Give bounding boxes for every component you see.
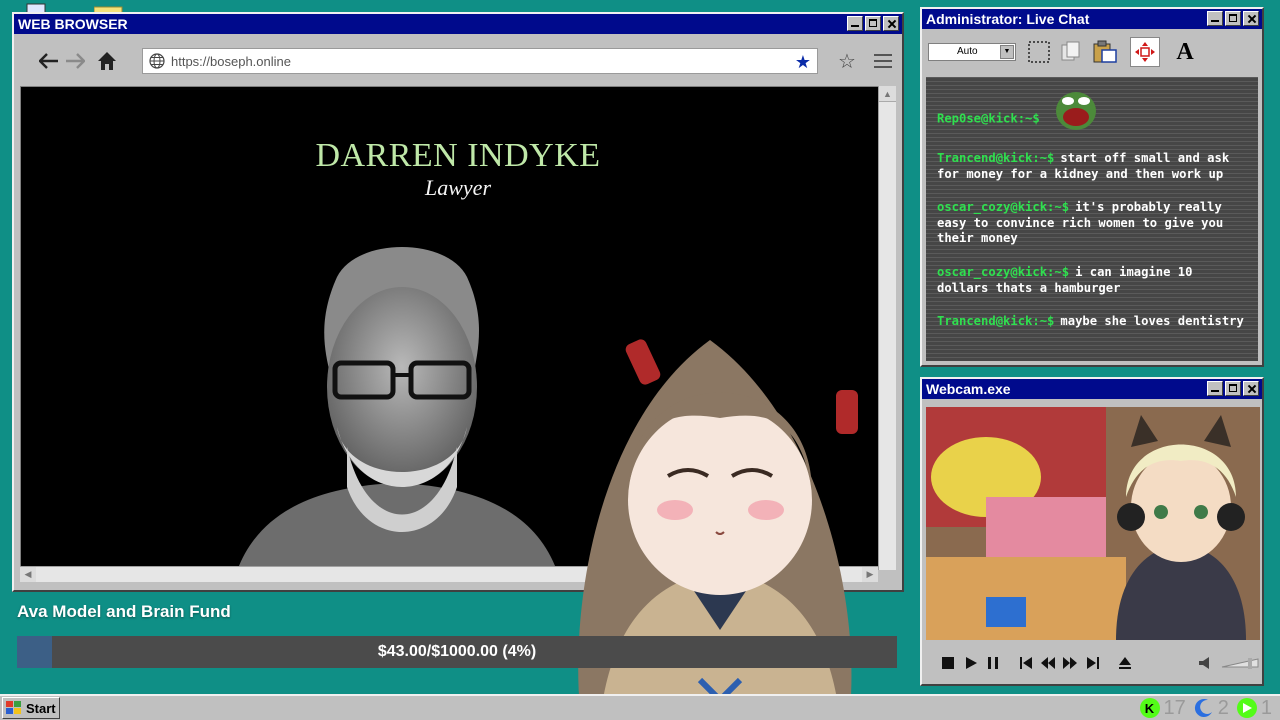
system-tray: K 17 2 1	[1139, 696, 1272, 720]
start-button[interactable]: Start	[2, 697, 60, 719]
select-region-icon[interactable]	[1024, 37, 1054, 67]
volume-icon[interactable]	[1198, 653, 1214, 673]
paste-icon[interactable]	[1090, 37, 1120, 67]
minimize-button[interactable]	[1207, 11, 1223, 26]
move-icon[interactable]	[1130, 37, 1160, 67]
bookmark-star-icon[interactable]: ☆	[834, 48, 860, 74]
live-chat-window[interactable]: Administrator: Live Chat Auto ▼ A Rep0se…	[920, 7, 1264, 367]
scroll-up-icon[interactable]: ▲	[879, 86, 896, 102]
stop-icon[interactable]	[940, 653, 956, 673]
person-photo	[237, 247, 557, 570]
chat-message: Trancend@kick:~$ start off small and ask …	[937, 151, 1250, 182]
skip-forward-icon[interactable]	[1085, 653, 1101, 673]
chat-toolbar: Auto ▼ A	[926, 35, 1258, 73]
play-icon[interactable]	[962, 653, 978, 673]
browser-toolbar: https://boseph.online ★ ☆	[20, 44, 896, 78]
close-button[interactable]	[1243, 381, 1259, 396]
chat-log[interactable]: Rep0se@kick:~$ Trancend@kick:~$ start off…	[926, 77, 1258, 361]
kick-icon: K	[1139, 698, 1160, 718]
chat-username: oscar_cozy@kick:~$	[937, 264, 1070, 279]
chat-titlebar[interactable]: Administrator: Live Chat	[922, 9, 1262, 29]
font-size-value: Auto	[957, 46, 978, 57]
chat-message: oscar_cozy@kick:~$ i can imagine 10 dolla…	[937, 265, 1250, 296]
forward-arrow-icon[interactable]	[62, 48, 88, 74]
chat-message: Trancend@kick:~$ maybe she loves dentistr…	[937, 314, 1250, 330]
slide-person-role: Lawyer	[425, 175, 491, 200]
play-circle-icon	[1236, 698, 1257, 718]
menu-icon[interactable]	[870, 48, 896, 74]
rewind-icon[interactable]	[1040, 653, 1056, 673]
close-button[interactable]	[883, 16, 899, 31]
windows-logo-icon	[6, 701, 21, 714]
skip-back-icon[interactable]	[1017, 653, 1033, 673]
bookmarked-star-icon[interactable]: ★	[795, 52, 811, 73]
scroll-left-icon[interactable]: ◀	[20, 567, 36, 582]
moon-icon	[1194, 698, 1214, 718]
globe-icon	[149, 53, 165, 69]
start-label: Start	[26, 700, 56, 716]
volume-slider[interactable]	[1220, 653, 1260, 673]
minimize-button[interactable]	[847, 16, 863, 31]
copy-icon[interactable]	[1056, 37, 1086, 67]
browser-titlebar[interactable]: WEB BROWSER	[14, 14, 902, 34]
chat-message: Rep0se@kick:~$	[937, 92, 1250, 133]
chevron-down-icon[interactable]: ▼	[1000, 45, 1014, 59]
close-button[interactable]	[1243, 11, 1259, 26]
webcam-view	[926, 407, 1260, 640]
chat-text: maybe she loves dentistry	[1060, 314, 1244, 329]
pepe-laugh-emote-icon	[1056, 92, 1097, 130]
webcam-title: Webcam.exe	[926, 381, 1011, 397]
font-size-select[interactable]: Auto ▼	[928, 43, 1016, 61]
fund-title: Ava Model and Brain Fund	[17, 602, 231, 621]
fund-progress-text: $43.00/$1000.00 (4%)	[377, 643, 537, 660]
tray-count: 2	[1217, 696, 1229, 719]
chat-username: Trancend@kick:~$	[937, 314, 1055, 329]
eject-icon[interactable]	[1117, 653, 1133, 673]
maximize-button[interactable]	[1225, 11, 1241, 26]
chat-message: oscar_cozy@kick:~$ it's probably really e…	[937, 200, 1250, 247]
tray-moon[interactable]: 2	[1194, 697, 1229, 720]
fund-progress-bar: $43.00/$1000.00 (4%)	[17, 636, 897, 668]
webcam-illustration	[926, 407, 1260, 640]
maximize-button[interactable]	[1225, 381, 1241, 396]
media-controls	[926, 645, 1260, 681]
webcam-titlebar[interactable]: Webcam.exe	[922, 379, 1262, 399]
font-icon[interactable]: A	[1170, 37, 1200, 67]
maximize-button[interactable]	[865, 16, 881, 31]
tray-count: 1	[1260, 696, 1272, 719]
tray-count: 17	[1163, 696, 1186, 719]
webcam-window[interactable]: Webcam.exe	[920, 377, 1264, 686]
tray-kick[interactable]: K 17	[1139, 696, 1186, 720]
chat-username: oscar_cozy@kick:~$	[937, 200, 1070, 215]
fast-forward-icon[interactable]	[1062, 653, 1078, 673]
chat-title: Administrator: Live Chat	[926, 11, 1090, 27]
browser-title: WEB BROWSER	[18, 16, 128, 32]
tray-play[interactable]: 1	[1236, 696, 1272, 720]
back-arrow-icon[interactable]	[36, 48, 62, 74]
minimize-button[interactable]	[1207, 381, 1223, 396]
url-text[interactable]: https://boseph.online	[171, 54, 291, 69]
pause-icon[interactable]	[985, 653, 1001, 673]
home-icon[interactable]	[94, 48, 120, 74]
address-bar[interactable]: https://boseph.online ★	[142, 48, 818, 74]
chat-username: Trancend@kick:~$	[937, 151, 1055, 165]
chat-username: Rep0se@kick:~$	[937, 111, 1040, 126]
taskbar: Start K 17 2 1	[0, 694, 1280, 720]
slide-person-name: DARREN INDYKE	[315, 137, 601, 174]
